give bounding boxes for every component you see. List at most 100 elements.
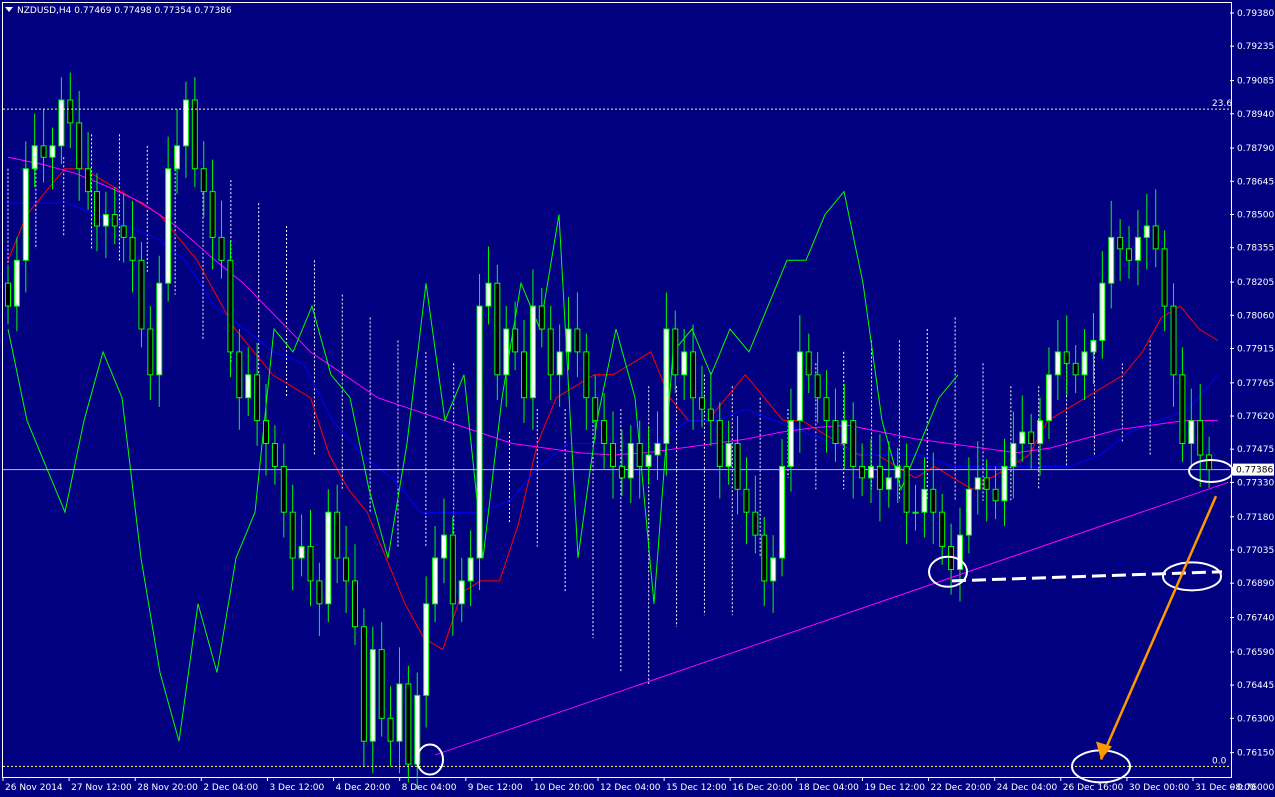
candle-body [1045, 374, 1052, 422]
candle-body [449, 534, 456, 605]
chart-header: NZDUSD,H4 0.77469 0.77498 0.77354 0.7738… [5, 6, 232, 16]
x-tick-label: 24 Dec 04:00 [997, 783, 1058, 793]
candle-body [859, 465, 866, 479]
candle-body [974, 477, 981, 490]
candle-body [369, 649, 376, 742]
candle-body [1197, 420, 1204, 456]
candle-body [360, 626, 367, 742]
candle-body [529, 305, 536, 399]
candle-body [690, 351, 697, 399]
y-tick-label: 0.79085 [1237, 77, 1274, 87]
candle-body [174, 145, 181, 170]
candle-body [22, 168, 29, 261]
candle-body [49, 145, 56, 158]
candle-body [885, 477, 892, 490]
x-tick-label: 3 Dec 12:00 [269, 783, 324, 793]
candle-body [965, 488, 972, 536]
candle-body [725, 443, 732, 467]
candle-body [485, 282, 492, 307]
candle-body [823, 397, 830, 422]
candle-body [992, 488, 999, 502]
x-tick-label: 26 Dec 16:00 [1063, 783, 1124, 793]
candle-body [138, 259, 145, 330]
candle-body [654, 443, 661, 456]
candle-body [147, 328, 154, 376]
y-tick-label: 0.77620 [1237, 412, 1274, 422]
y-tick-label: 0.78060 [1237, 311, 1274, 321]
ohlc-values: 0.77469 0.77498 0.77354 0.77386 [74, 6, 232, 16]
candle-body [1161, 248, 1168, 307]
candle-body [761, 534, 768, 582]
candle-body [868, 465, 875, 479]
candle-body [85, 168, 92, 193]
candle-body [939, 511, 946, 548]
candle-body [423, 603, 430, 696]
candle-body [556, 351, 563, 376]
candle-body [583, 351, 590, 399]
x-tick-label: 28 Nov 20:00 [137, 783, 198, 793]
candle-body [805, 351, 812, 376]
candle-body [1126, 248, 1133, 261]
x-tick-label: 10 Dec 20:00 [534, 783, 595, 793]
candle-body [200, 168, 207, 193]
candle-body [770, 557, 777, 582]
candle-body [503, 328, 510, 376]
candle-body [343, 557, 350, 582]
current-price-tag: 0.77386 [1233, 463, 1274, 476]
candle-body [841, 420, 848, 445]
current-price-label: 0.77386 [1236, 466, 1273, 476]
x-tick-label: 8 Dec 04:00 [402, 783, 457, 793]
candle-body [1179, 374, 1186, 445]
candle-body [574, 328, 581, 353]
candle-body [538, 305, 545, 330]
candle-body [76, 122, 83, 170]
svg-text:NZDUSD,H4 0.77469 0.77498 0.77: NZDUSD,H4 0.77469 0.77498 0.77354 0.7738… [17, 6, 232, 16]
candle-body [218, 236, 225, 261]
candle-body [832, 420, 839, 445]
candle-body [1054, 351, 1061, 376]
candle-body [351, 580, 358, 628]
candle-body [627, 443, 634, 479]
candle-body [58, 99, 65, 147]
candle-body [307, 546, 314, 582]
y-tick-label: 0.78940 [1237, 110, 1274, 120]
candle-body [698, 397, 705, 410]
candle-body [476, 305, 483, 559]
price-chart[interactable]: 23.6 0.0 0.79380 0.79235 0.79085 0.78940 0.78… [0, 0, 1275, 797]
candle-body [636, 443, 643, 467]
y-tick-label: 0.77765 [1237, 379, 1274, 389]
y-tick-label: 0.77475 [1237, 445, 1274, 455]
candle-body [227, 259, 234, 353]
y-tick-label: 0.77330 [1237, 478, 1274, 488]
candle-body [601, 420, 608, 445]
candle-body [254, 374, 261, 422]
candle-body [298, 546, 305, 559]
x-tick-label: 26 Nov 2014 [5, 783, 63, 793]
candle-body [5, 282, 11, 307]
y-tick-label: 0.76590 [1237, 648, 1274, 658]
candle-body [645, 454, 652, 467]
y-tick-label: 0.76445 [1237, 681, 1274, 691]
candle-body [610, 443, 616, 467]
candle-body [912, 511, 919, 514]
candle-body [334, 511, 341, 559]
candle-body [734, 443, 741, 490]
candle-body [263, 420, 270, 445]
candle-body [1019, 431, 1026, 445]
candle-body [743, 488, 750, 513]
x-tick-label: 19 Dec 12:00 [864, 783, 925, 793]
candle-body [1170, 305, 1177, 376]
candle-body [1028, 431, 1035, 445]
candle-body [271, 443, 278, 467]
candle-body [1108, 236, 1115, 284]
candle-body [440, 534, 447, 559]
candle-body [1099, 282, 1106, 341]
y-tick-label: 0.79380 [1237, 9, 1274, 19]
candle-body [156, 282, 163, 376]
candle-body [707, 408, 714, 422]
x-tick-label: 31 Dec 08:00 [1195, 783, 1256, 793]
y-tick-label: 0.76300 [1237, 714, 1274, 724]
candle-body [752, 511, 759, 536]
candle-body [921, 488, 928, 513]
y-tick-label: 0.78645 [1237, 177, 1274, 187]
